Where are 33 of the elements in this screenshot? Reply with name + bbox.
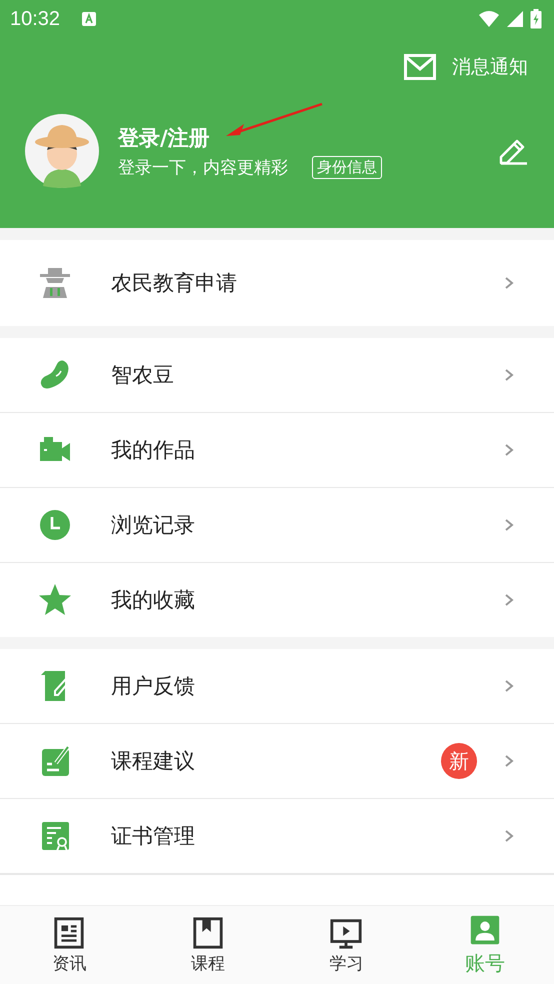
nav-tab[interactable]: 课程 xyxy=(158,916,258,974)
menu-item[interactable]: 智农豆 xyxy=(0,338,554,413)
keyboard-icon xyxy=(82,12,96,26)
menu-item[interactable]: 我的作品 xyxy=(0,413,554,488)
mail-icon xyxy=(404,54,436,80)
chevron-icon xyxy=(504,593,514,607)
chevron-icon xyxy=(504,754,514,768)
chevron-icon xyxy=(504,443,514,457)
chevron-icon xyxy=(504,518,514,532)
nav-tab[interactable]: 资讯 xyxy=(19,916,120,974)
nav-tab[interactable]: 学习 xyxy=(296,916,396,974)
newspaper-icon xyxy=(52,916,86,950)
status-time: 10:32 xyxy=(10,8,60,30)
clock-icon xyxy=(37,507,73,543)
menu-item[interactable]: 农民教育申请 xyxy=(0,240,554,326)
menu-item[interactable]: 浏览记录 xyxy=(0,488,554,563)
menu-item[interactable]: 我的收藏 xyxy=(0,563,554,637)
menu-item[interactable]: 证书管理 xyxy=(0,799,554,874)
chevron-icon xyxy=(504,276,514,290)
chevron-icon xyxy=(504,829,514,843)
profile-subtitle: 登录一下，内容更精彩 xyxy=(118,156,288,178)
battery-icon xyxy=(530,9,542,29)
farmer-icon xyxy=(37,265,73,301)
chevron-icon xyxy=(504,679,514,693)
chevron-icon xyxy=(504,368,514,382)
star-icon xyxy=(37,582,73,618)
menu-item[interactable]: 用户反馈 xyxy=(0,649,554,724)
bookmark-book-icon xyxy=(190,916,225,950)
menu-item[interactable]: 课程建议 新 xyxy=(0,724,554,799)
new-badge: 新 xyxy=(441,743,477,779)
wifi-icon xyxy=(478,10,500,28)
notification-label: 消息通知 xyxy=(452,55,528,80)
signal-icon xyxy=(506,10,524,28)
